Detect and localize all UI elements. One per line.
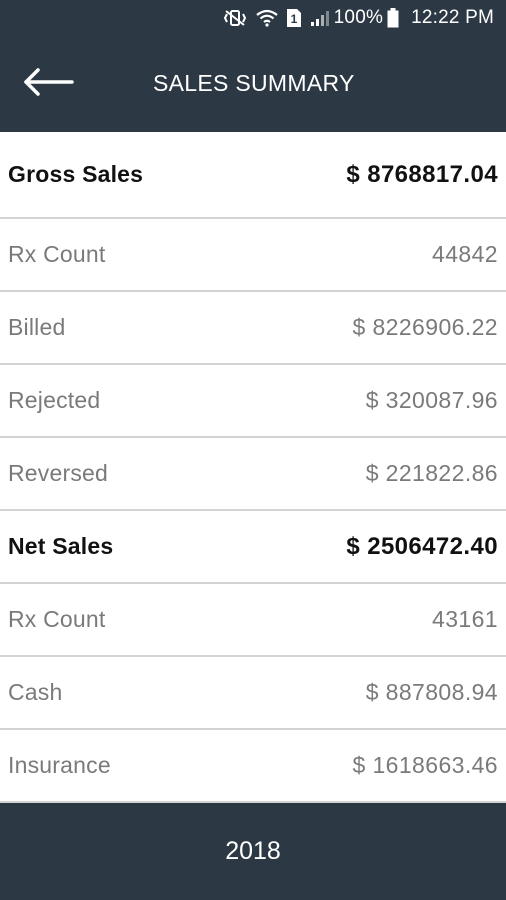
page-title: SALES SUMMARY — [153, 70, 355, 96]
signal-icon — [310, 9, 330, 27]
row-label: Insurance — [8, 752, 111, 778]
clock: 12:22 PM — [411, 7, 494, 28]
row-value: $ 1618663.46 — [352, 752, 498, 778]
row-value: $ 8768817.04 — [346, 160, 498, 188]
summary-list: Gross Sales $ 8768817.04 Rx Count 44842 … — [0, 132, 506, 803]
summary-row-cash: Cash $ 887808.94 — [0, 657, 506, 730]
row-label: Rx Count — [8, 606, 106, 632]
sales-summary-screen: 1 100% 12:22 PM SALES SUMMARY Gross Sale… — [0, 0, 506, 900]
summary-row-insurance: Insurance $ 1618663.46 — [0, 730, 506, 803]
row-value: 43161 — [432, 606, 498, 632]
row-label: Billed — [8, 314, 66, 340]
app-bar: SALES SUMMARY — [0, 36, 506, 132]
row-label: Gross Sales — [8, 161, 144, 187]
row-value: $ 887808.94 — [365, 679, 498, 705]
row-label: Rx Count — [8, 241, 106, 267]
arrow-left-icon — [22, 67, 74, 102]
row-value: $ 320087.96 — [365, 387, 498, 413]
summary-row-net-sales: Net Sales $ 2506472.40 — [0, 511, 506, 584]
status-bar: 1 100% 12:22 PM — [0, 0, 506, 36]
wifi-icon — [255, 9, 278, 27]
row-label: Cash — [8, 679, 63, 705]
summary-row-reversed: Reversed $ 221822.86 — [0, 438, 506, 511]
year-label: 2018 — [225, 837, 281, 865]
battery-icon — [387, 8, 399, 28]
summary-row-billed: Billed $ 8226906.22 — [0, 292, 506, 365]
row-value: 44842 — [432, 241, 498, 267]
back-button[interactable] — [22, 64, 78, 104]
row-label: Net Sales — [8, 533, 114, 559]
battery-percentage: 100% — [333, 7, 384, 28]
row-label: Rejected — [8, 387, 101, 413]
summary-row-rejected: Rejected $ 320087.96 — [0, 365, 506, 438]
summary-row-rx-count: Rx Count 44842 — [0, 219, 506, 292]
row-label: Reversed — [8, 460, 109, 486]
row-value: $ 221822.86 — [365, 460, 498, 486]
row-value: $ 8226906.22 — [352, 314, 498, 340]
mute-vibrate-icon — [222, 9, 248, 27]
summary-row-rx-count-net: Rx Count 43161 — [0, 584, 506, 657]
summary-row-gross-sales: Gross Sales $ 8768817.04 — [0, 132, 506, 219]
sim-1-icon: 1 — [286, 8, 302, 28]
svg-text:1: 1 — [290, 12, 297, 26]
year-selector[interactable]: 2018 — [0, 803, 506, 900]
row-value: $ 2506472.40 — [346, 532, 498, 560]
